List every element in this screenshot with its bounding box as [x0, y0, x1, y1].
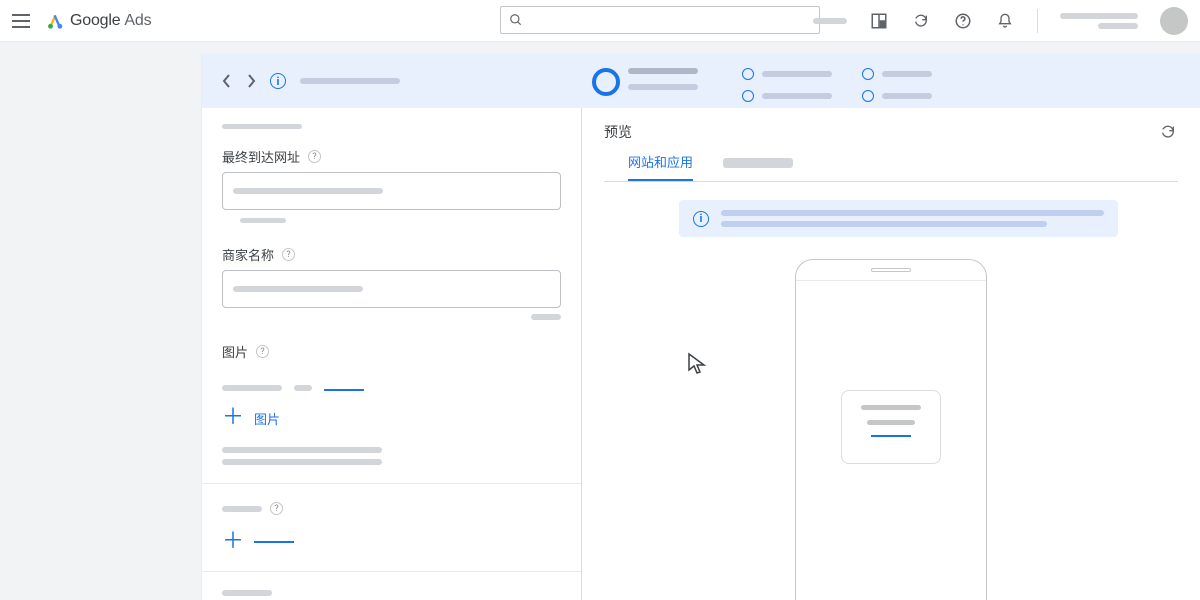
final-url-label: 最终到达网址 ?	[222, 147, 561, 166]
preview-refresh-icon[interactable]	[1158, 122, 1178, 142]
top-bar: GoogleAds	[0, 0, 1200, 42]
images-tabs	[222, 373, 561, 391]
add-item-button-2[interactable]: ＋	[222, 531, 561, 553]
breadcrumb-placeholder	[300, 78, 400, 84]
refresh-icon[interactable]	[911, 11, 931, 31]
step-group-3	[862, 68, 932, 102]
account-id-placeholder	[1098, 23, 1138, 29]
preview-tabs: 网站和应用	[604, 152, 1178, 182]
menu-icon[interactable]	[12, 14, 30, 28]
info-icon[interactable]: i	[270, 73, 286, 89]
divider	[1037, 9, 1038, 33]
images-tab-ghost[interactable]	[222, 385, 282, 391]
plus-icon: ＋	[222, 407, 244, 429]
search-icon	[509, 13, 523, 27]
info-icon: i	[693, 211, 709, 227]
images-hint	[222, 447, 561, 465]
form-panel: 最终到达网址 ? 商家名称 ? 图片 ?	[202, 108, 582, 600]
business-name-label: 商家名称 ?	[222, 245, 561, 264]
notifications-icon[interactable]	[995, 11, 1015, 31]
logo-text: GoogleAds	[70, 12, 151, 30]
add-images-label: 图片	[254, 409, 280, 428]
help-icon[interactable]	[953, 11, 973, 31]
plus-icon: ＋	[222, 531, 244, 553]
search-input[interactable]	[531, 13, 811, 28]
reports-icon[interactable]	[869, 11, 889, 31]
section-heading-placeholder	[222, 124, 302, 129]
step-group-2	[742, 68, 832, 102]
tab-web-and-apps[interactable]: 网站和应用	[628, 152, 693, 181]
avatar[interactable]	[1160, 7, 1188, 35]
back-button[interactable]	[222, 73, 232, 89]
account-chip[interactable]	[813, 18, 847, 24]
char-count-placeholder	[531, 314, 561, 320]
add-images-button[interactable]: ＋ 图片	[222, 407, 561, 429]
search-box[interactable]	[500, 6, 820, 34]
campaign-header: i	[202, 54, 1200, 108]
business-name-input[interactable]	[222, 270, 561, 308]
final-url-input[interactable]	[222, 172, 561, 210]
step-current	[592, 68, 698, 96]
ad-card-preview	[841, 390, 941, 464]
content: i 最终到达网址 ?	[202, 54, 1200, 600]
google-ads-logo-icon	[46, 12, 64, 30]
logo[interactable]: GoogleAds	[46, 12, 151, 30]
images-label: 图片 ?	[222, 342, 561, 361]
section-label-3	[222, 590, 272, 596]
section-label-2: ?	[222, 502, 561, 515]
help-icon[interactable]: ?	[270, 502, 283, 515]
preview-info-banner: i	[679, 200, 1118, 237]
help-icon[interactable]: ?	[282, 248, 295, 261]
preview-panel: 预览 网站和应用 i	[582, 108, 1200, 600]
phone-preview	[795, 259, 987, 600]
preview-title: 预览	[604, 122, 632, 142]
help-icon[interactable]: ?	[256, 345, 269, 358]
account-name-placeholder	[1060, 13, 1138, 19]
help-icon[interactable]: ?	[308, 150, 321, 163]
forward-button[interactable]	[246, 73, 256, 89]
step-current-circle	[592, 68, 620, 96]
tab-ghost[interactable]	[723, 158, 793, 168]
images-tab-active[interactable]	[324, 389, 364, 391]
